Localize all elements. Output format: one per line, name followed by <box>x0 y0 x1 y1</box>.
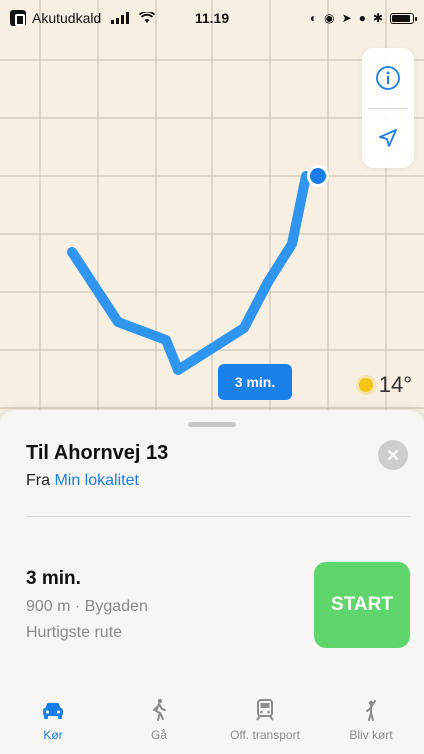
route-eta-chip[interactable]: 3 min. <box>218 364 292 400</box>
route-line <box>67 171 311 375</box>
tab-ride[interactable]: Bliv kørt <box>318 690 424 754</box>
back-to-app-icon[interactable] <box>10 10 26 26</box>
wifi-icon <box>139 12 156 23</box>
do-not-disturb-icon: ● <box>358 11 366 25</box>
origin-line: Fra Min lokalitet <box>26 472 139 490</box>
route-distance: 900 m · Bygaden <box>26 598 148 615</box>
origin-link[interactable]: Min lokalitet <box>54 472 138 489</box>
train-icon <box>256 699 274 721</box>
info-button[interactable] <box>362 48 414 108</box>
info-icon <box>376 65 400 90</box>
temperature: 14° <box>378 372 412 397</box>
track-location-button[interactable] <box>362 109 414 169</box>
tab-transit-label: Off. transport <box>230 728 300 742</box>
tab-walk[interactable]: Gå <box>106 690 212 754</box>
divider <box>26 516 410 517</box>
tab-drive[interactable]: Kør <box>0 690 106 754</box>
car-icon <box>43 703 63 719</box>
start-button[interactable]: START <box>314 562 410 648</box>
walk-icon <box>153 698 166 721</box>
signal-icon <box>111 12 130 24</box>
route-description: Hurtigste rute <box>26 624 123 641</box>
map-controls <box>362 48 414 168</box>
close-button[interactable] <box>378 440 408 470</box>
rotation-lock-icon: ◐ <box>309 11 318 25</box>
map-grid <box>0 0 424 420</box>
origin-prefix: Fra <box>26 472 50 489</box>
status-bar: Akutudkald 11.19 ◐ ◉ ➤ ● ✱ <box>0 0 424 36</box>
battery-icon <box>390 12 417 24</box>
tab-ride-label: Bliv kørt <box>349 728 393 742</box>
weather-indicator: 14° <box>358 372 412 398</box>
tab-walk-label: Gå <box>150 728 167 742</box>
tab-transit[interactable]: Off. transport <box>212 690 318 754</box>
hail-icon <box>366 700 376 721</box>
sheet-grabber[interactable] <box>188 422 236 427</box>
carrier-label[interactable]: Akutudkald <box>32 10 101 26</box>
location-arrow-icon <box>379 129 397 148</box>
sun-icon <box>358 378 373 392</box>
transport-tab-bar: Kør Gå Off. transport Bliv kørt <box>0 690 424 754</box>
destination-title: Til Ahornvej 13 <box>26 442 169 464</box>
location-services-icon: ➤ <box>341 11 352 25</box>
route-time[interactable]: 3 min. <box>26 568 81 590</box>
bluetooth-icon: ✱ <box>372 11 383 25</box>
tab-drive-label: Kør <box>43 728 63 742</box>
map-view[interactable]: Akutudkald 11.19 ◐ ◉ ➤ ● ✱ 3 min. 14° <box>0 0 424 420</box>
close-icon <box>387 449 399 461</box>
directions-card: Til Ahornvej 13 Fra Min lokalitet 3 min.… <box>0 410 424 754</box>
alarm-icon: ◉ <box>324 11 335 25</box>
